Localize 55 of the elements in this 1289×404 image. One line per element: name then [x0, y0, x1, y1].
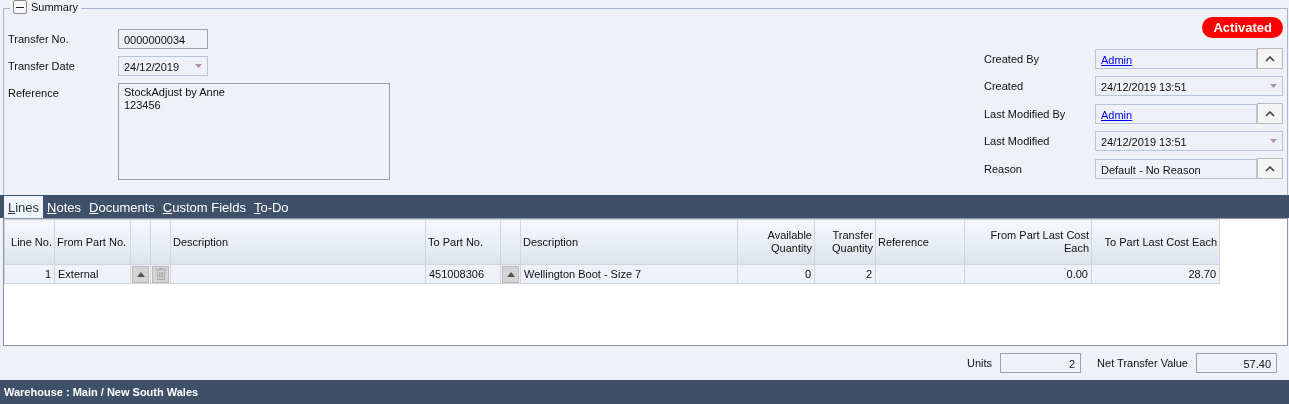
- field-label: Created: [984, 79, 1025, 94]
- field-label: Reason: [984, 161, 1023, 177]
- user-field[interactable]: Admin: [1095, 103, 1257, 124]
- column-header: Description: [520, 219, 738, 265]
- field-label: Transfer Date: [8, 59, 76, 74]
- column-header: Line No.: [4, 219, 55, 265]
- tab[interactable]: Notes: [43, 197, 86, 218]
- field-label: Last Modified: [984, 134, 1051, 149]
- column-header: Transfer Quantity: [814, 219, 876, 265]
- dropdown-arrow-icon[interactable]: [195, 64, 202, 68]
- column-header: From Part No.: [54, 219, 131, 265]
- reason-field[interactable]: Default - No Reason: [1095, 158, 1257, 179]
- lookup-button[interactable]: [502, 265, 519, 283]
- column-header: To Part No.: [425, 219, 501, 265]
- reference-field[interactable]: StockAdjust by Anne 123456: [118, 83, 390, 180]
- tab[interactable]: Documents: [85, 197, 159, 218]
- field-label: Created By: [984, 51, 1041, 67]
- total-label: Net Transfer Value: [1097, 357, 1188, 369]
- trash-icon: [155, 268, 166, 280]
- triangle-up-icon: [506, 271, 515, 277]
- column-header: From Part Last Cost Each: [964, 219, 1092, 265]
- user-link[interactable]: Admin: [1101, 108, 1133, 121]
- field-label: Reference: [8, 86, 60, 101]
- column-header: Reference: [875, 219, 965, 265]
- tab[interactable]: To-Do: [249, 197, 293, 218]
- total-field: 2: [1000, 353, 1082, 373]
- field-label: Last Modified By: [984, 106, 1067, 122]
- collapse-toggle[interactable]: [13, 0, 27, 14]
- user-link[interactable]: Admin: [1101, 53, 1133, 66]
- dropdown-arrow-icon[interactable]: [1270, 139, 1277, 143]
- date-picker[interactable]: 24/12/2019 13:51: [1095, 76, 1283, 96]
- chevron-up-icon: [1265, 110, 1275, 117]
- expand-button[interactable]: [1257, 158, 1283, 179]
- total-label: Units: [967, 357, 993, 369]
- column-header: To Part Last Cost Each: [1091, 219, 1220, 265]
- expand-button[interactable]: [1257, 103, 1283, 124]
- column-header: Available Quantity: [737, 219, 815, 265]
- triangle-up-icon: [136, 271, 145, 277]
- lookup-button[interactable]: [132, 265, 149, 283]
- section-title: Summary: [31, 1, 79, 13]
- status-badge: Activated: [1202, 17, 1283, 38]
- column-header: Description: [170, 219, 426, 265]
- date-picker[interactable]: 24/12/2019: [118, 56, 208, 76]
- total-field: 57.40: [1196, 353, 1277, 373]
- field-label: Transfer No.: [8, 32, 70, 47]
- chevron-up-icon: [1265, 55, 1275, 62]
- expand-button[interactable]: [1257, 48, 1283, 69]
- tab[interactable]: Lines: [4, 196, 44, 218]
- status-text: Warehouse : Main / New South Wales: [4, 386, 199, 398]
- transfer-number-field[interactable]: 0000000034: [118, 29, 208, 49]
- date-picker[interactable]: 24/12/2019 13:51: [1095, 131, 1283, 151]
- dropdown-arrow-icon[interactable]: [1270, 84, 1277, 88]
- user-field[interactable]: Admin: [1095, 48, 1257, 69]
- chevron-up-icon: [1265, 165, 1275, 172]
- tab[interactable]: Custom Fields: [158, 197, 250, 218]
